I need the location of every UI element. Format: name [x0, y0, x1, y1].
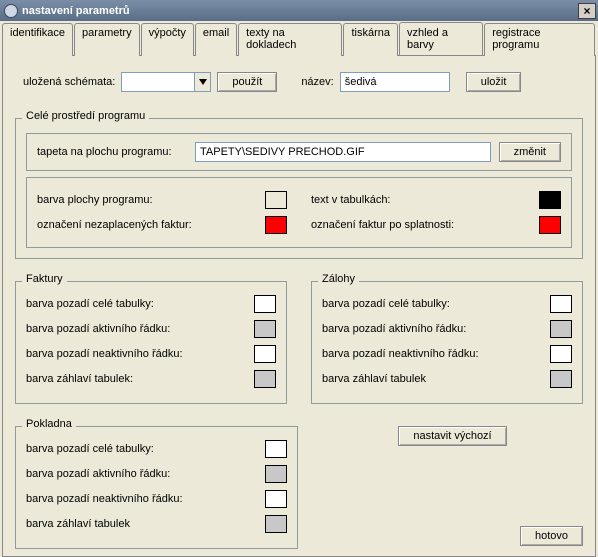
tab-texty[interactable]: texty na dokladech: [238, 23, 342, 56]
env-colors-box: barva plochy programu: označení nezaplac…: [26, 177, 572, 248]
faktury-active-label: barva pozadí aktivního řádku:: [26, 323, 254, 335]
tab-parametry[interactable]: parametry: [74, 23, 140, 56]
faktury-inactive-swatch[interactable]: [254, 345, 276, 363]
close-button[interactable]: ×: [578, 3, 596, 19]
zalohy-row-bg-label: barva pozadí celé tabulky:: [322, 298, 550, 310]
group-faktury: Faktury barva pozadí celé tabulky: barva…: [15, 281, 287, 404]
pokladna-inactive-swatch[interactable]: [265, 490, 287, 508]
pokladna-header-label: barva záhlaví tabulek: [26, 518, 265, 530]
schema-name-input[interactable]: [340, 72, 450, 92]
zalohy-inactive-label: barva pozadí neaktivního řádku:: [322, 348, 550, 360]
tab-panel: uložená schémata: použít název: uložit C…: [2, 55, 596, 557]
defaults-button[interactable]: nastavit výchozí: [398, 426, 506, 446]
overdue-color-swatch[interactable]: [539, 216, 561, 234]
save-button[interactable]: uložit: [466, 72, 522, 92]
tab-vzhled[interactable]: vzhled a barvy: [399, 22, 483, 55]
saved-schemas-combo[interactable]: [121, 72, 211, 92]
group-zalohy: Zálohy barva pozadí celé tabulky: barva …: [311, 281, 583, 404]
use-button[interactable]: použít: [217, 72, 277, 92]
faktury-active-swatch[interactable]: [254, 320, 276, 338]
bg-color-label: barva plochy programu:: [37, 194, 265, 206]
tab-email[interactable]: email: [195, 23, 237, 56]
wallpaper-box: tapeta na plochu programu: změnit: [26, 133, 572, 171]
zalohy-active-label: barva pozadí aktivního řádku:: [322, 323, 550, 335]
bg-color-swatch[interactable]: [265, 191, 287, 209]
tab-registrace[interactable]: registrace programu: [484, 23, 595, 56]
zalohy-inactive-swatch[interactable]: [550, 345, 572, 363]
saved-schemas-label: uložená schémata:: [23, 76, 115, 88]
change-button[interactable]: změnit: [499, 142, 561, 162]
group-faktury-title: Faktury: [22, 273, 67, 285]
chevron-down-icon[interactable]: [194, 73, 210, 91]
name-label: název:: [301, 76, 333, 88]
group-environment: Celé prostředí programu tapeta na plochu…: [15, 118, 583, 259]
group-pokladna-title: Pokladna: [22, 418, 76, 430]
tab-tiskarna[interactable]: tiskárna: [343, 23, 398, 56]
zalohy-row-bg-swatch[interactable]: [550, 295, 572, 313]
tab-identifikace[interactable]: identifikace: [2, 23, 73, 56]
tabstrip: identifikace parametry výpočty email tex…: [2, 22, 596, 55]
pokladna-row-bg-swatch[interactable]: [265, 440, 287, 458]
pokladna-row-bg-label: barva pozadí celé tabulky:: [26, 443, 265, 455]
faktury-header-label: barva záhlaví tabulek:: [26, 373, 254, 385]
window-title: nastavení parametrů: [22, 5, 578, 17]
pokladna-header-swatch[interactable]: [265, 515, 287, 533]
zalohy-header-label: barva záhlaví tabulek: [322, 373, 550, 385]
saved-schemas-value: [122, 73, 194, 91]
text-color-label: text v tabulkách:: [311, 194, 539, 206]
zalohy-header-swatch[interactable]: [550, 370, 572, 388]
group-zalohy-title: Zálohy: [318, 273, 359, 285]
faktury-row-bg-label: barva pozadí celé tabulky:: [26, 298, 254, 310]
text-color-swatch[interactable]: [539, 191, 561, 209]
faktury-inactive-label: barva pozadí neaktivního řádku:: [26, 348, 254, 360]
faktury-row-bg-swatch[interactable]: [254, 295, 276, 313]
tab-vypocty[interactable]: výpočty: [141, 23, 194, 56]
pokladna-active-swatch[interactable]: [265, 465, 287, 483]
wallpaper-input[interactable]: [195, 142, 491, 162]
unpaid-label: označení nezaplacených faktur:: [37, 219, 265, 231]
titlebar: nastavení parametrů ×: [0, 0, 598, 21]
wallpaper-label: tapeta na plochu programu:: [37, 146, 187, 158]
app-icon: [4, 4, 18, 18]
pokladna-inactive-label: barva pozadí neaktivního řádku:: [26, 493, 265, 505]
faktury-header-swatch[interactable]: [254, 370, 276, 388]
group-pokladna: Pokladna barva pozadí celé tabulky: barv…: [15, 426, 298, 549]
unpaid-color-swatch[interactable]: [265, 216, 287, 234]
pokladna-active-label: barva pozadí aktivního řádku:: [26, 468, 265, 480]
group-environment-title: Celé prostředí programu: [22, 110, 149, 122]
overdue-label: označení faktur po splatnosti:: [311, 219, 539, 231]
zalohy-active-swatch[interactable]: [550, 320, 572, 338]
done-button[interactable]: hotovo: [520, 526, 583, 546]
